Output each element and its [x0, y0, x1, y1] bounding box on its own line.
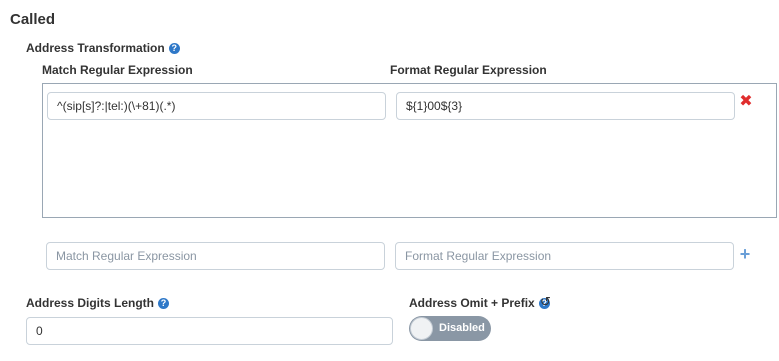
- format-column-header: Format Regular Expression: [390, 63, 547, 77]
- question-circle-icon[interactable]: ?: [158, 297, 170, 309]
- question-circle-icon[interactable]: ?: [168, 42, 180, 54]
- address-omit-prefix-label: Address Omit + Prefix ?: [409, 296, 550, 310]
- new-format-input[interactable]: [395, 242, 734, 270]
- address-digits-length-label: Address Digits Length ?: [26, 296, 170, 310]
- address-omit-prefix-toggle[interactable]: Disabled: [409, 316, 491, 341]
- address-transformation-label: Address Transformation ?: [26, 41, 180, 55]
- address-omit-prefix-label-text: Address Omit + Prefix: [409, 296, 535, 310]
- match-column-header: Match Regular Expression: [42, 63, 193, 77]
- plus-icon[interactable]: +: [738, 245, 752, 263]
- undo-icon[interactable]: ↺: [540, 295, 552, 308]
- rule-format-input[interactable]: [396, 92, 735, 120]
- address-digits-length-label-text: Address Digits Length: [26, 296, 155, 310]
- new-match-input[interactable]: [46, 242, 385, 270]
- toggle-state-label: Disabled: [439, 322, 485, 334]
- times-icon[interactable]: ✖: [739, 94, 753, 110]
- toggle-knob[interactable]: [410, 317, 433, 340]
- address-transformation-label-text: Address Transformation: [26, 41, 165, 55]
- address-digits-length-input[interactable]: [26, 317, 393, 345]
- section-title: Called: [10, 11, 56, 28]
- rule-match-input[interactable]: [47, 92, 386, 120]
